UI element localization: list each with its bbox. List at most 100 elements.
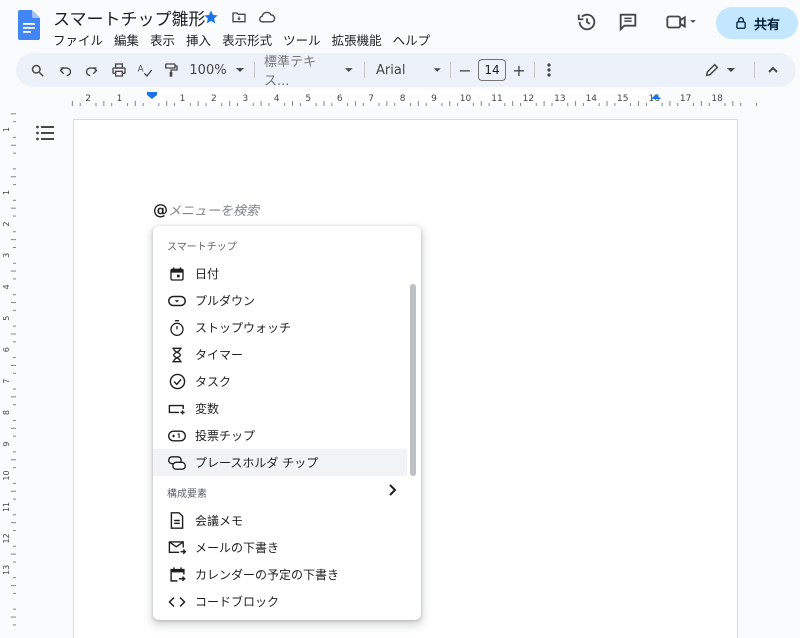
menu-help[interactable]: ヘルプ (393, 30, 436, 49)
move-folder-icon[interactable] (230, 8, 248, 26)
paragraph-style-value: 標準テキス... (264, 55, 317, 89)
star-icon[interactable] (202, 8, 220, 26)
font-family-select[interactable]: Arial (372, 53, 442, 87)
font-family-value: Arial (376, 62, 406, 78)
menu-item-email-draft[interactable]: メールの下書き (153, 534, 407, 561)
menu-item-label: タスク (195, 375, 232, 389)
at-symbol: @ (153, 201, 168, 219)
ruler-label: 9 (431, 94, 437, 104)
editing-mode-icon[interactable] (700, 53, 740, 87)
horizontal-ruler[interactable]: 21123456789101112131415161718 (0, 90, 800, 106)
document-outline-icon[interactable] (36, 125, 54, 141)
document-icon (167, 511, 187, 531)
ruler-label: 14 (586, 94, 598, 104)
docs-logo-icon[interactable] (18, 10, 40, 40)
chevron-down-icon (434, 68, 442, 72)
code-icon (167, 592, 187, 612)
collapse-toolbar-icon[interactable] (764, 53, 782, 87)
menu-file[interactable]: ファイル (53, 30, 108, 49)
ruler-label: 7 (2, 379, 11, 384)
menu-item-label: メールの下書き (195, 541, 280, 555)
voting-chip-icon (167, 426, 187, 446)
ruler-label: 18 (711, 94, 723, 104)
calendar-draft-icon (167, 565, 187, 585)
menu-item-label: 変数 (195, 402, 220, 416)
ruler-label: 17 (680, 94, 691, 104)
ruler-label: 1 (117, 94, 123, 104)
decrease-font-size-button[interactable]: − (456, 53, 474, 87)
ruler-label: 1 (180, 94, 186, 104)
at-mention-input[interactable]: @メニューを検索 (153, 200, 259, 219)
meet-icon[interactable] (662, 10, 702, 34)
section-title-building-blocks: 構成要素 (167, 489, 207, 500)
paragraph-style-select[interactable]: 標準テキス... (264, 53, 354, 89)
cloud-status-icon[interactable] (258, 8, 276, 26)
search-menus-icon[interactable] (26, 53, 48, 87)
chevron-down-icon (345, 68, 354, 72)
ruler-label: 2 (85, 94, 91, 104)
font-size-input[interactable]: 14 (478, 59, 506, 81)
menu-item-date[interactable]: 日付 (153, 260, 407, 287)
placeholder-chip-icon (167, 453, 187, 473)
redo-icon[interactable] (80, 53, 102, 87)
ruler-label: 6 (2, 347, 11, 352)
ruler-label: 15 (617, 94, 628, 104)
ruler-label: 8 (400, 94, 406, 104)
menu-item-code-block[interactable]: コードブロック (153, 588, 407, 615)
menu-insert[interactable]: 挿入 (186, 30, 216, 49)
ruler-label: 13 (554, 94, 565, 104)
menu-item-voting-chip[interactable]: 投票チップ (153, 422, 407, 449)
ruler-label: 1 (2, 127, 11, 132)
ruler-label: 1 (2, 190, 11, 195)
ruler-label: 3 (242, 94, 248, 104)
spellcheck-icon[interactable]: A (134, 53, 156, 87)
toolbar: A 100% 標準テキス... Arial − 14 + (16, 53, 796, 89)
ruler-label: 11 (2, 502, 11, 512)
vertical-ruler[interactable]: 2112345678910111213 (0, 106, 16, 638)
ruler-label: 10 (2, 470, 11, 480)
menu-tools[interactable]: ツール (283, 30, 326, 49)
share-label: 共有 (753, 17, 780, 33)
history-icon[interactable] (575, 10, 599, 34)
menu-view[interactable]: 表示 (150, 30, 180, 49)
ruler-label: 9 (2, 442, 11, 447)
menu-item-variable[interactable]: 変数 (153, 395, 407, 422)
menu-item-dropdown[interactable]: プルダウン (153, 287, 407, 314)
increase-font-size-button[interactable]: + (510, 53, 528, 87)
ruler-label: 5 (305, 94, 311, 104)
zoom-select[interactable]: 100% (188, 53, 246, 87)
menu-item-calendar-event-draft[interactable]: カレンダーの予定の下書き (153, 561, 407, 588)
chevron-right-icon[interactable] (385, 483, 399, 497)
comments-icon[interactable] (616, 10, 640, 34)
document-title[interactable]: スマートチップ雛形 (53, 5, 206, 30)
menu-item-label: プルダウン (195, 294, 256, 308)
more-options-icon[interactable] (540, 53, 558, 87)
chevron-down-icon (235, 68, 244, 72)
ruler-label: 6 (337, 94, 343, 104)
share-button[interactable]: 共有 (716, 7, 798, 39)
section-title-smart-chips: スマートチップ (167, 242, 237, 253)
print-icon[interactable] (108, 53, 130, 87)
ruler-label: 11 (491, 94, 502, 104)
menu-edit[interactable]: 編集 (114, 30, 144, 49)
ruler-label: 8 (2, 410, 11, 415)
paint-format-icon[interactable] (160, 53, 182, 87)
chevron-down-icon (727, 68, 735, 72)
menu-item-meeting-notes[interactable]: 会議メモ (153, 507, 407, 534)
zoom-value: 100% (189, 62, 227, 78)
menu-item-timer[interactable]: タイマー (153, 341, 407, 368)
ruler-label: 5 (2, 316, 11, 321)
svg-text:A: A (138, 64, 144, 74)
menu-item-label: ストップウォッチ (195, 321, 292, 335)
menu-item-task[interactable]: タスク (153, 368, 407, 395)
undo-icon[interactable] (54, 53, 76, 87)
check-circle-icon (167, 372, 187, 392)
menu-extensions[interactable]: 拡張機能 (332, 30, 387, 49)
menu-format[interactable]: 表示形式 (222, 30, 277, 49)
menu-item-label: 日付 (195, 267, 220, 281)
ruler-label: 13 (2, 565, 11, 575)
menu-scrollbar[interactable] (410, 284, 416, 476)
menu-item-placeholder-chip[interactable]: プレースホルダ チップ (153, 449, 407, 476)
ruler-label: 12 (2, 533, 11, 543)
menu-item-stopwatch[interactable]: ストップウォッチ (153, 314, 407, 341)
